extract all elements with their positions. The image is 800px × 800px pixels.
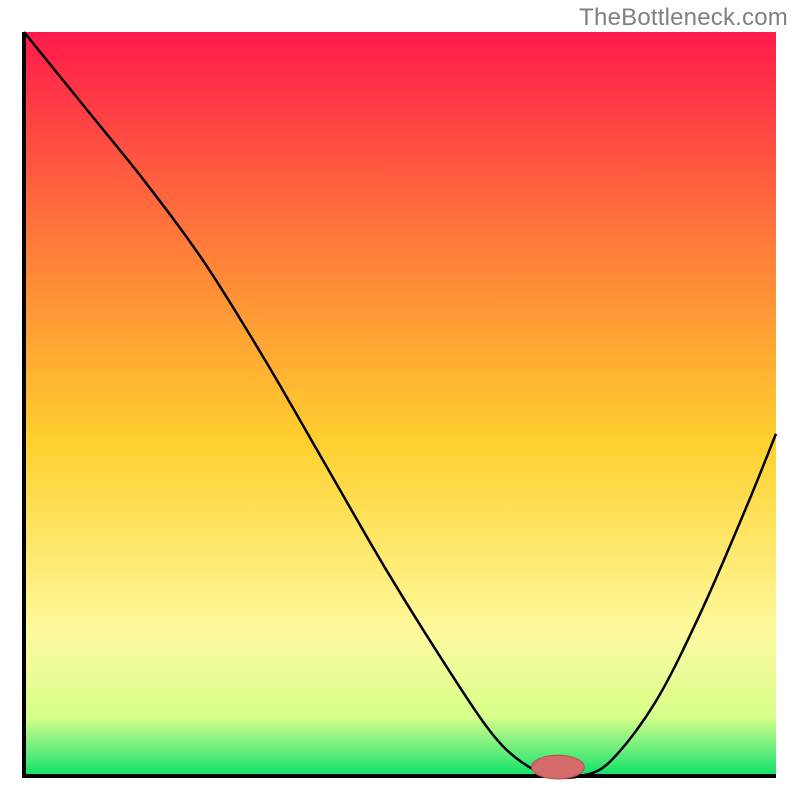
gradient-band [24,702,776,717]
gradient-band [24,731,776,746]
gradient-band [24,672,776,687]
chart-frame: TheBottleneck.com [0,0,800,800]
gradient-bands [24,627,776,776]
gradient-band [24,657,776,672]
gradient-band [24,642,776,657]
gradient-band [24,746,776,761]
optimal-marker [532,755,585,779]
plot-area [20,30,780,780]
gradient-band [24,716,776,731]
chart-svg [20,30,780,780]
watermark-text: TheBottleneck.com [579,4,788,32]
gradient-band [24,627,776,642]
